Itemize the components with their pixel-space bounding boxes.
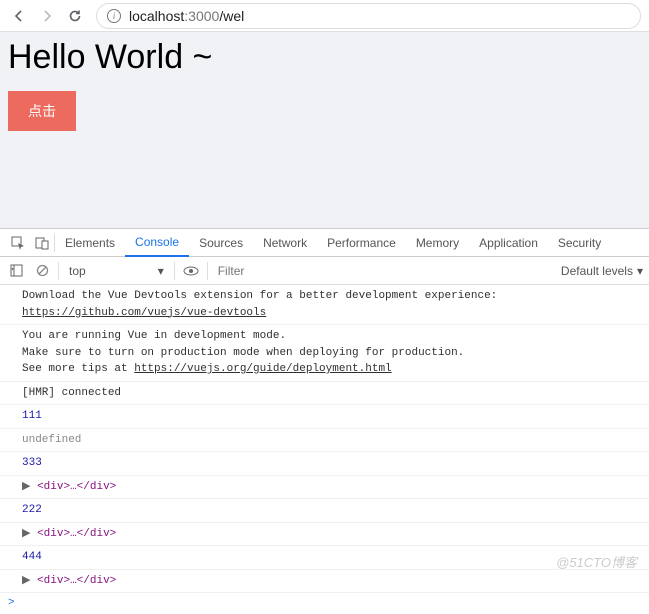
device-icon[interactable]	[30, 236, 54, 250]
chevron-down-icon: ▾	[158, 264, 164, 278]
log-entry: ▶ <div>…</div>	[0, 570, 649, 594]
reload-button[interactable]	[64, 5, 86, 27]
browser-toolbar: i localhost:3000/wel	[0, 0, 649, 32]
clear-console-icon[interactable]	[32, 264, 52, 277]
page-content: Hello World ~ 点击	[0, 32, 649, 228]
devtools-panel: ElementsConsoleSourcesNetworkPerformance…	[0, 228, 649, 613]
back-button[interactable]	[8, 5, 30, 27]
log-entry: 333	[0, 452, 649, 476]
tab-console[interactable]: Console	[125, 229, 189, 257]
log-entry: ▶ <div>…</div>	[0, 476, 649, 500]
filter-input[interactable]	[214, 262, 555, 280]
devtools-tabs: ElementsConsoleSourcesNetworkPerformance…	[0, 229, 649, 257]
context-selector[interactable]: top ▾	[65, 264, 168, 278]
log-entry: 111	[0, 405, 649, 429]
watermark: @51CTO博客	[556, 552, 637, 571]
url-text: localhost:3000/wel	[129, 8, 244, 24]
log-entry: undefined	[0, 429, 649, 453]
console-toolbar: top ▾ Default levels ▾	[0, 257, 649, 285]
console-log-area: Download the Vue Devtools extension for …	[0, 285, 649, 593]
log-levels-selector[interactable]: Default levels ▾	[561, 264, 643, 278]
log-entry: Download the Vue Devtools extension for …	[0, 285, 649, 325]
console-sidebar-icon[interactable]	[6, 264, 26, 277]
tab-elements[interactable]: Elements	[55, 229, 125, 257]
forward-button[interactable]	[36, 5, 58, 27]
log-entry: 222	[0, 499, 649, 523]
site-info-icon[interactable]: i	[107, 9, 121, 23]
tab-application[interactable]: Application	[469, 229, 548, 257]
tab-sources[interactable]: Sources	[189, 229, 253, 257]
address-bar[interactable]: i localhost:3000/wel	[96, 3, 641, 29]
inspect-icon[interactable]	[6, 236, 30, 250]
tab-security[interactable]: Security	[548, 229, 611, 257]
click-button[interactable]: 点击	[8, 91, 76, 131]
log-entry: 444	[0, 546, 649, 570]
log-entry: You are running Vue in development mode.…	[0, 325, 649, 382]
console-prompt[interactable]: >	[0, 593, 649, 613]
page-heading: Hello World ~	[8, 38, 641, 77]
separator	[58, 262, 59, 280]
chevron-down-icon: ▾	[637, 264, 643, 278]
log-entry: [HMR] connected	[0, 382, 649, 406]
tab-memory[interactable]: Memory	[406, 229, 469, 257]
live-expression-icon[interactable]	[181, 265, 201, 277]
tab-network[interactable]: Network	[253, 229, 317, 257]
separator	[174, 262, 175, 280]
tab-performance[interactable]: Performance	[317, 229, 406, 257]
separator	[207, 262, 208, 280]
log-entry: ▶ <div>…</div>	[0, 523, 649, 547]
